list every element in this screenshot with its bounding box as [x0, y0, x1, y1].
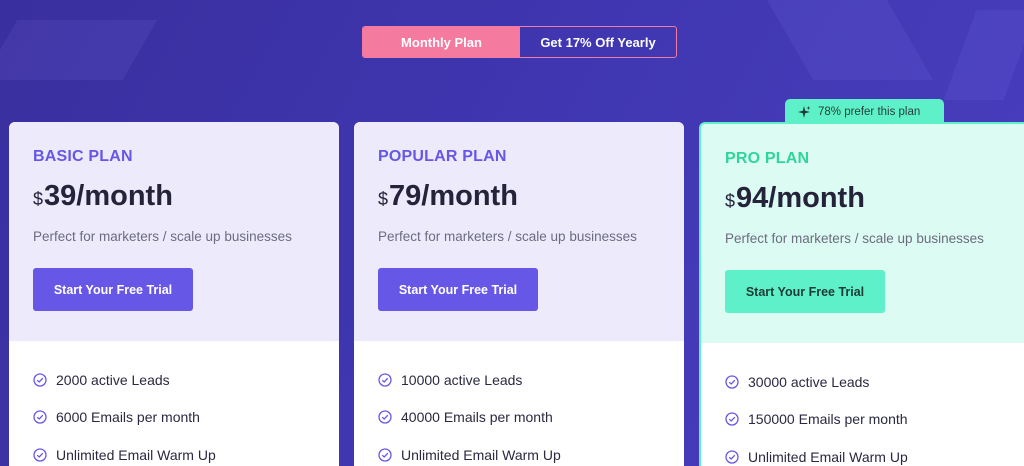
feature-list: 30000 active Leads 150000 Emails per mon…	[701, 343, 1024, 466]
plan-description: Perfect for marketers / scale up busines…	[725, 231, 984, 246]
badge-text: 78% prefer this plan	[818, 106, 921, 118]
plan-price: $ 79/month	[378, 180, 660, 213]
feature-item: Unlimited Email Warm Up	[33, 436, 315, 466]
feature-label: 40000 Emails per month	[401, 409, 553, 426]
start-free-trial-button[interactable]: Start Your Free Trial	[33, 268, 193, 311]
check-circle-icon	[378, 410, 392, 424]
feature-label: Unlimited Email Warm Up	[56, 446, 216, 463]
feature-item: Unlimited Email Warm Up	[725, 438, 1003, 466]
feature-list: 10000 active Leads 40000 Emails per mont…	[354, 341, 684, 466]
background-shape	[766, 0, 934, 80]
background-shape	[0, 20, 158, 80]
plan-card-popular: POPULAR PLAN $ 79/month Perfect for mark…	[354, 122, 684, 466]
feature-item: 150000 Emails per month	[725, 401, 1003, 439]
currency-symbol: $	[725, 191, 736, 211]
billing-toggle: Monthly Plan Get 17% Off Yearly	[362, 26, 677, 58]
feature-label: 2000 active Leads	[56, 371, 170, 388]
plan-name: BASIC PLAN	[33, 148, 133, 165]
check-circle-icon	[33, 410, 47, 424]
plan-card-header: POPULAR PLAN $ 79/month Perfect for mark…	[354, 122, 684, 341]
monthly-plan-tab[interactable]: Monthly Plan	[363, 27, 520, 57]
price-amount: 79/month	[389, 180, 518, 212]
plan-card-header: PRO PLAN $ 94/month Perfect for marketer…	[701, 124, 1024, 343]
start-free-trial-button[interactable]: Start Your Free Trial	[725, 270, 885, 313]
feature-label: Unlimited Email Warm Up	[401, 446, 561, 463]
yearly-plan-tab[interactable]: Get 17% Off Yearly	[520, 27, 676, 57]
feature-label: 10000 active Leads	[401, 371, 523, 388]
check-circle-icon	[33, 448, 47, 462]
feature-item: 40000 Emails per month	[378, 399, 660, 437]
check-circle-icon	[378, 373, 392, 387]
feature-label: 6000 Emails per month	[56, 409, 200, 426]
plan-description: Perfect for marketers / scale up busines…	[378, 229, 637, 244]
check-circle-icon	[725, 375, 739, 389]
plan-name: POPULAR PLAN	[378, 148, 507, 165]
plan-description: Perfect for marketers / scale up busines…	[33, 229, 292, 244]
plan-price: $ 39/month	[33, 180, 315, 213]
feature-label: Unlimited Email Warm Up	[748, 448, 908, 465]
check-circle-icon	[378, 448, 392, 462]
price-amount: 39/month	[44, 180, 173, 212]
feature-item: 10000 active Leads	[378, 361, 660, 399]
feature-item: Unlimited Email Warm Up	[378, 436, 660, 466]
feature-item: 2000 active Leads	[33, 361, 315, 399]
plan-card-header: BASIC PLAN $ 39/month Perfect for market…	[9, 122, 339, 341]
plan-card-pro: PRO PLAN $ 94/month Perfect for marketer…	[699, 122, 1024, 466]
start-free-trial-button[interactable]: Start Your Free Trial	[378, 268, 538, 311]
feature-list: 2000 active Leads 6000 Emails per month …	[9, 341, 339, 466]
plan-card-basic: BASIC PLAN $ 39/month Perfect for market…	[9, 122, 339, 466]
sparkle-icon	[798, 106, 811, 118]
feature-item: 30000 active Leads	[725, 363, 1003, 401]
feature-label: 30000 active Leads	[748, 373, 870, 390]
check-circle-icon	[725, 412, 739, 426]
plan-price: $ 94/month	[725, 182, 1003, 215]
currency-symbol: $	[33, 189, 44, 209]
plan-name: PRO PLAN	[725, 150, 810, 167]
price-amount: 94/month	[736, 182, 865, 214]
currency-symbol: $	[378, 189, 389, 209]
feature-item: 6000 Emails per month	[33, 399, 315, 437]
check-circle-icon	[725, 450, 739, 464]
check-circle-icon	[33, 373, 47, 387]
feature-label: 150000 Emails per month	[748, 411, 908, 428]
background-shape	[943, 10, 1024, 100]
